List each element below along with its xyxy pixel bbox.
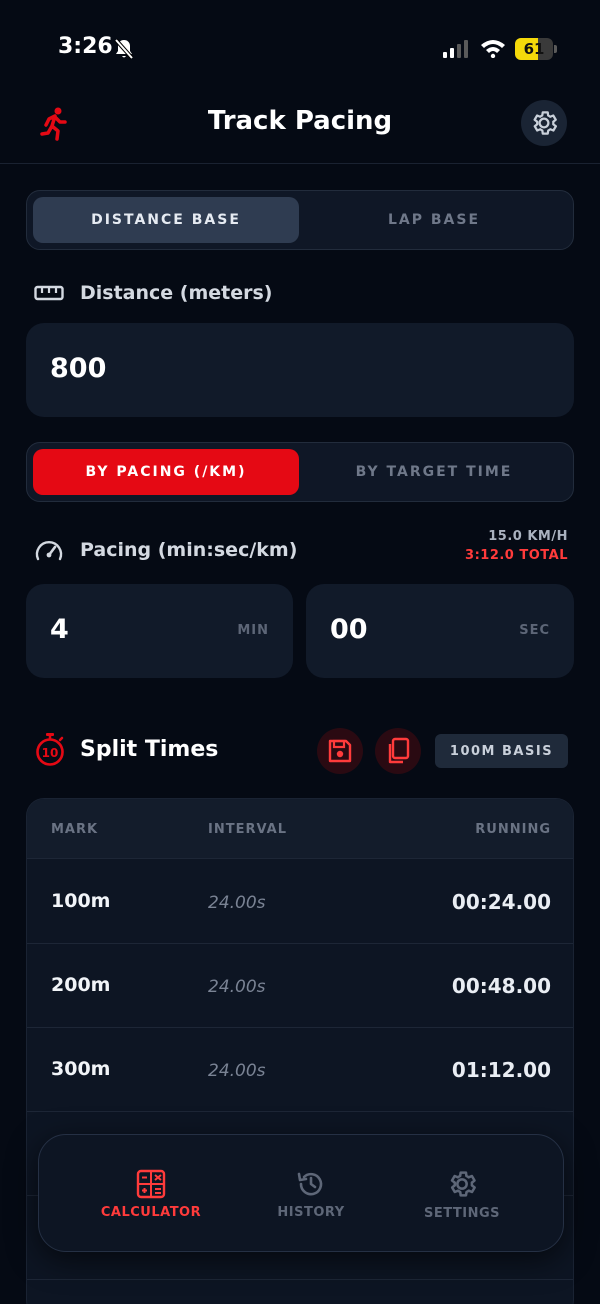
row-running: 01:12.00 [451,1058,551,1082]
settings-button[interactable] [521,100,567,146]
ruler-icon [34,285,64,301]
nav-calculator-label: CALCULATOR [100,1204,202,1220]
save-button[interactable] [317,728,363,774]
split-times-title: Split Times [80,737,219,762]
nav-calculator[interactable]: CALCULATOR [76,1135,226,1253]
row-mark: 100m [51,890,111,912]
by-target-time-option[interactable]: BY TARGET TIME [301,449,567,495]
distance-label-row: Distance (meters) [34,276,273,310]
status-bar: 3:26 61 [0,0,600,98]
pacing-minutes-input[interactable]: 4 MIN [26,584,293,678]
pacing-minutes-value: 4 [50,614,69,645]
pacing-label: Pacing (min:sec/km) [80,539,298,561]
pacing-label-row: Pacing (min:sec/km) [34,533,297,567]
row-interval: 24.00s [208,1061,266,1081]
table-row: 300m 24.00s 01:12.00 [27,1028,573,1112]
distance-input[interactable]: 800 [26,323,574,417]
pacing-seconds-input[interactable]: 00 SEC [306,584,574,678]
by-pacing-option[interactable]: BY PACING (/KM) [33,449,299,495]
nav-history[interactable]: HISTORY [236,1135,386,1253]
distance-mode-toggle: DISTANCE BASE LAP BASE [26,190,574,250]
lap-base-option[interactable]: LAP BASE [301,197,567,243]
row-interval: 24.00s [208,893,266,913]
gear-icon [450,1170,476,1197]
total-time: 3:12.0 TOTAL [465,548,568,563]
status-time: 3:26 [58,34,113,59]
table-header: MARK INTERVAL RUNNING [27,799,573,859]
row-mark: 200m [51,974,111,996]
distance-value: 800 [50,353,107,384]
row-mark: 300m [51,1058,111,1080]
column-mark: MARK [51,822,99,837]
battery-level: 61 [523,40,545,58]
calculator-icon [136,1169,166,1198]
table-row: 200m 24.00s 00:48.00 [27,944,573,1028]
history-icon [297,1172,323,1195]
nav-settings[interactable]: SETTINGS [387,1135,537,1253]
save-icon [328,739,352,763]
copy-icon [388,737,410,764]
column-running: RUNNING [475,822,551,837]
page-title: Track Pacing [207,106,393,136]
seconds-unit: SEC [519,623,550,638]
row-interval: 24.00s [208,977,266,997]
table-row: 100m 24.00s 00:24.00 [27,860,573,944]
cellular-signal-icon [443,40,471,62]
app-header: Track Pacing [0,98,600,164]
battery-icon: 61 [515,38,557,60]
nav-history-label: HISTORY [277,1204,345,1220]
gear-icon [533,111,557,135]
speed-kmh: 15.0 KM/H [488,529,568,544]
speedometer-icon [35,541,63,561]
split-times-header: 10 Split Times 100M BASIS [34,728,568,774]
bell-muted-icon [114,38,134,64]
wifi-icon [480,38,506,62]
bottom-nav: CALCULATOR HISTORY SETTINGS [38,1134,564,1252]
distance-base-option[interactable]: DISTANCE BASE [33,197,299,243]
pacing-seconds-value: 00 [330,614,368,645]
nav-settings-label: SETTINGS [423,1205,501,1221]
stopwatch-icon: 10 [34,732,66,772]
row-running: 00:48.00 [451,974,551,998]
minutes-unit: MIN [237,623,269,638]
speed-summary: 15.0 KM/H 3:12.0 TOTAL [465,529,568,563]
svg-text:10: 10 [42,746,59,760]
distance-label: Distance (meters) [80,282,273,304]
calc-mode-toggle: BY PACING (/KM) BY TARGET TIME [26,442,574,502]
row-running: 00:24.00 [451,890,551,914]
basis-toggle-button[interactable]: 100M BASIS [435,734,568,768]
copy-button[interactable] [375,728,421,774]
column-interval: INTERVAL [208,822,287,837]
